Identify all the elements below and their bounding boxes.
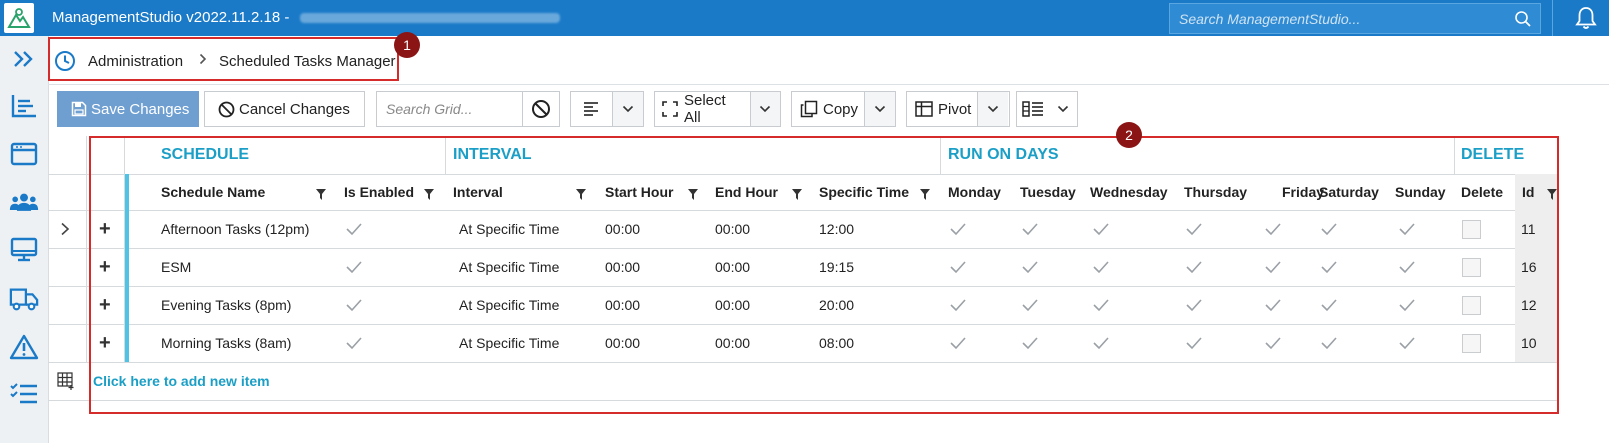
app-title: ManagementStudio v2022.11.2.18 - (52, 9, 560, 26)
align-dropdown-button[interactable] (570, 91, 644, 127)
chevron-down-icon[interactable] (749, 92, 780, 126)
copy-main[interactable]: Copy (792, 92, 864, 126)
title-divider (1552, 0, 1553, 36)
annotation-badge-1: 1 (394, 32, 420, 58)
app-logo-icon[interactable] (4, 3, 34, 33)
grid-search-box[interactable] (376, 91, 560, 127)
global-search-input[interactable] (1170, 9, 1506, 28)
cancel-changes-button[interactable]: Cancel Changes (204, 91, 365, 127)
cancel-changes-label: Cancel Changes (239, 100, 350, 118)
copy-button[interactable]: Copy (791, 91, 896, 127)
select-all-icon (662, 101, 678, 117)
dashboard-icon[interactable] (9, 91, 39, 121)
users-icon[interactable] (9, 187, 39, 217)
column-chooser-icon[interactable] (1017, 92, 1049, 126)
left-nav (0, 36, 49, 443)
bell-icon[interactable] (1573, 5, 1599, 34)
monitor-icon[interactable] (9, 235, 39, 265)
chevron-down-icon[interactable] (864, 92, 895, 126)
annotation-box-2 (89, 136, 1559, 414)
expand-row-icon[interactable] (60, 210, 70, 248)
truck-icon[interactable] (9, 284, 39, 314)
expand-nav-icon[interactable] (9, 44, 39, 74)
save-changes-label: Save Changes (91, 100, 190, 118)
pivot-button[interactable]: Pivot (906, 91, 1010, 127)
pivot-label: Pivot (938, 100, 972, 118)
copy-label: Copy (823, 100, 859, 118)
calendar-icon[interactable] (9, 139, 39, 169)
column-chooser-button[interactable] (1016, 91, 1078, 127)
breadcrumb-divider (48, 84, 1609, 85)
pivot-main[interactable]: Pivot (907, 92, 977, 126)
chevron-down-icon[interactable] (977, 92, 1009, 126)
annotation-badge-2: 2 (1116, 122, 1142, 148)
annotation-box-1 (48, 37, 399, 81)
app-title-text: ManagementStudio v2022.11.2.18 - (52, 9, 294, 26)
save-changes-button[interactable]: Save Changes (57, 91, 199, 127)
grid-search-input[interactable] (377, 100, 522, 118)
warning-icon[interactable] (9, 332, 39, 362)
redacted-connection (299, 13, 560, 24)
save-icon (71, 101, 87, 117)
clear-search-icon[interactable] (522, 92, 559, 126)
chevron-down-icon[interactable] (1049, 105, 1077, 113)
cancel-icon (218, 101, 235, 118)
checklist-icon[interactable] (9, 380, 39, 410)
pivot-icon (915, 101, 933, 117)
select-all-button[interactable]: Select All (654, 91, 781, 127)
add-row-icon[interactable] (57, 362, 77, 400)
title-bar: ManagementStudio v2022.11.2.18 - (0, 0, 1609, 36)
chevron-down-icon[interactable] (612, 92, 643, 126)
align-left-icon[interactable] (571, 92, 612, 126)
select-all-main[interactable]: Select All (655, 92, 750, 126)
search-icon[interactable] (1506, 10, 1540, 28)
copy-icon (800, 100, 818, 118)
select-all-label: Select All (684, 92, 726, 126)
global-search-box[interactable] (1169, 3, 1541, 34)
